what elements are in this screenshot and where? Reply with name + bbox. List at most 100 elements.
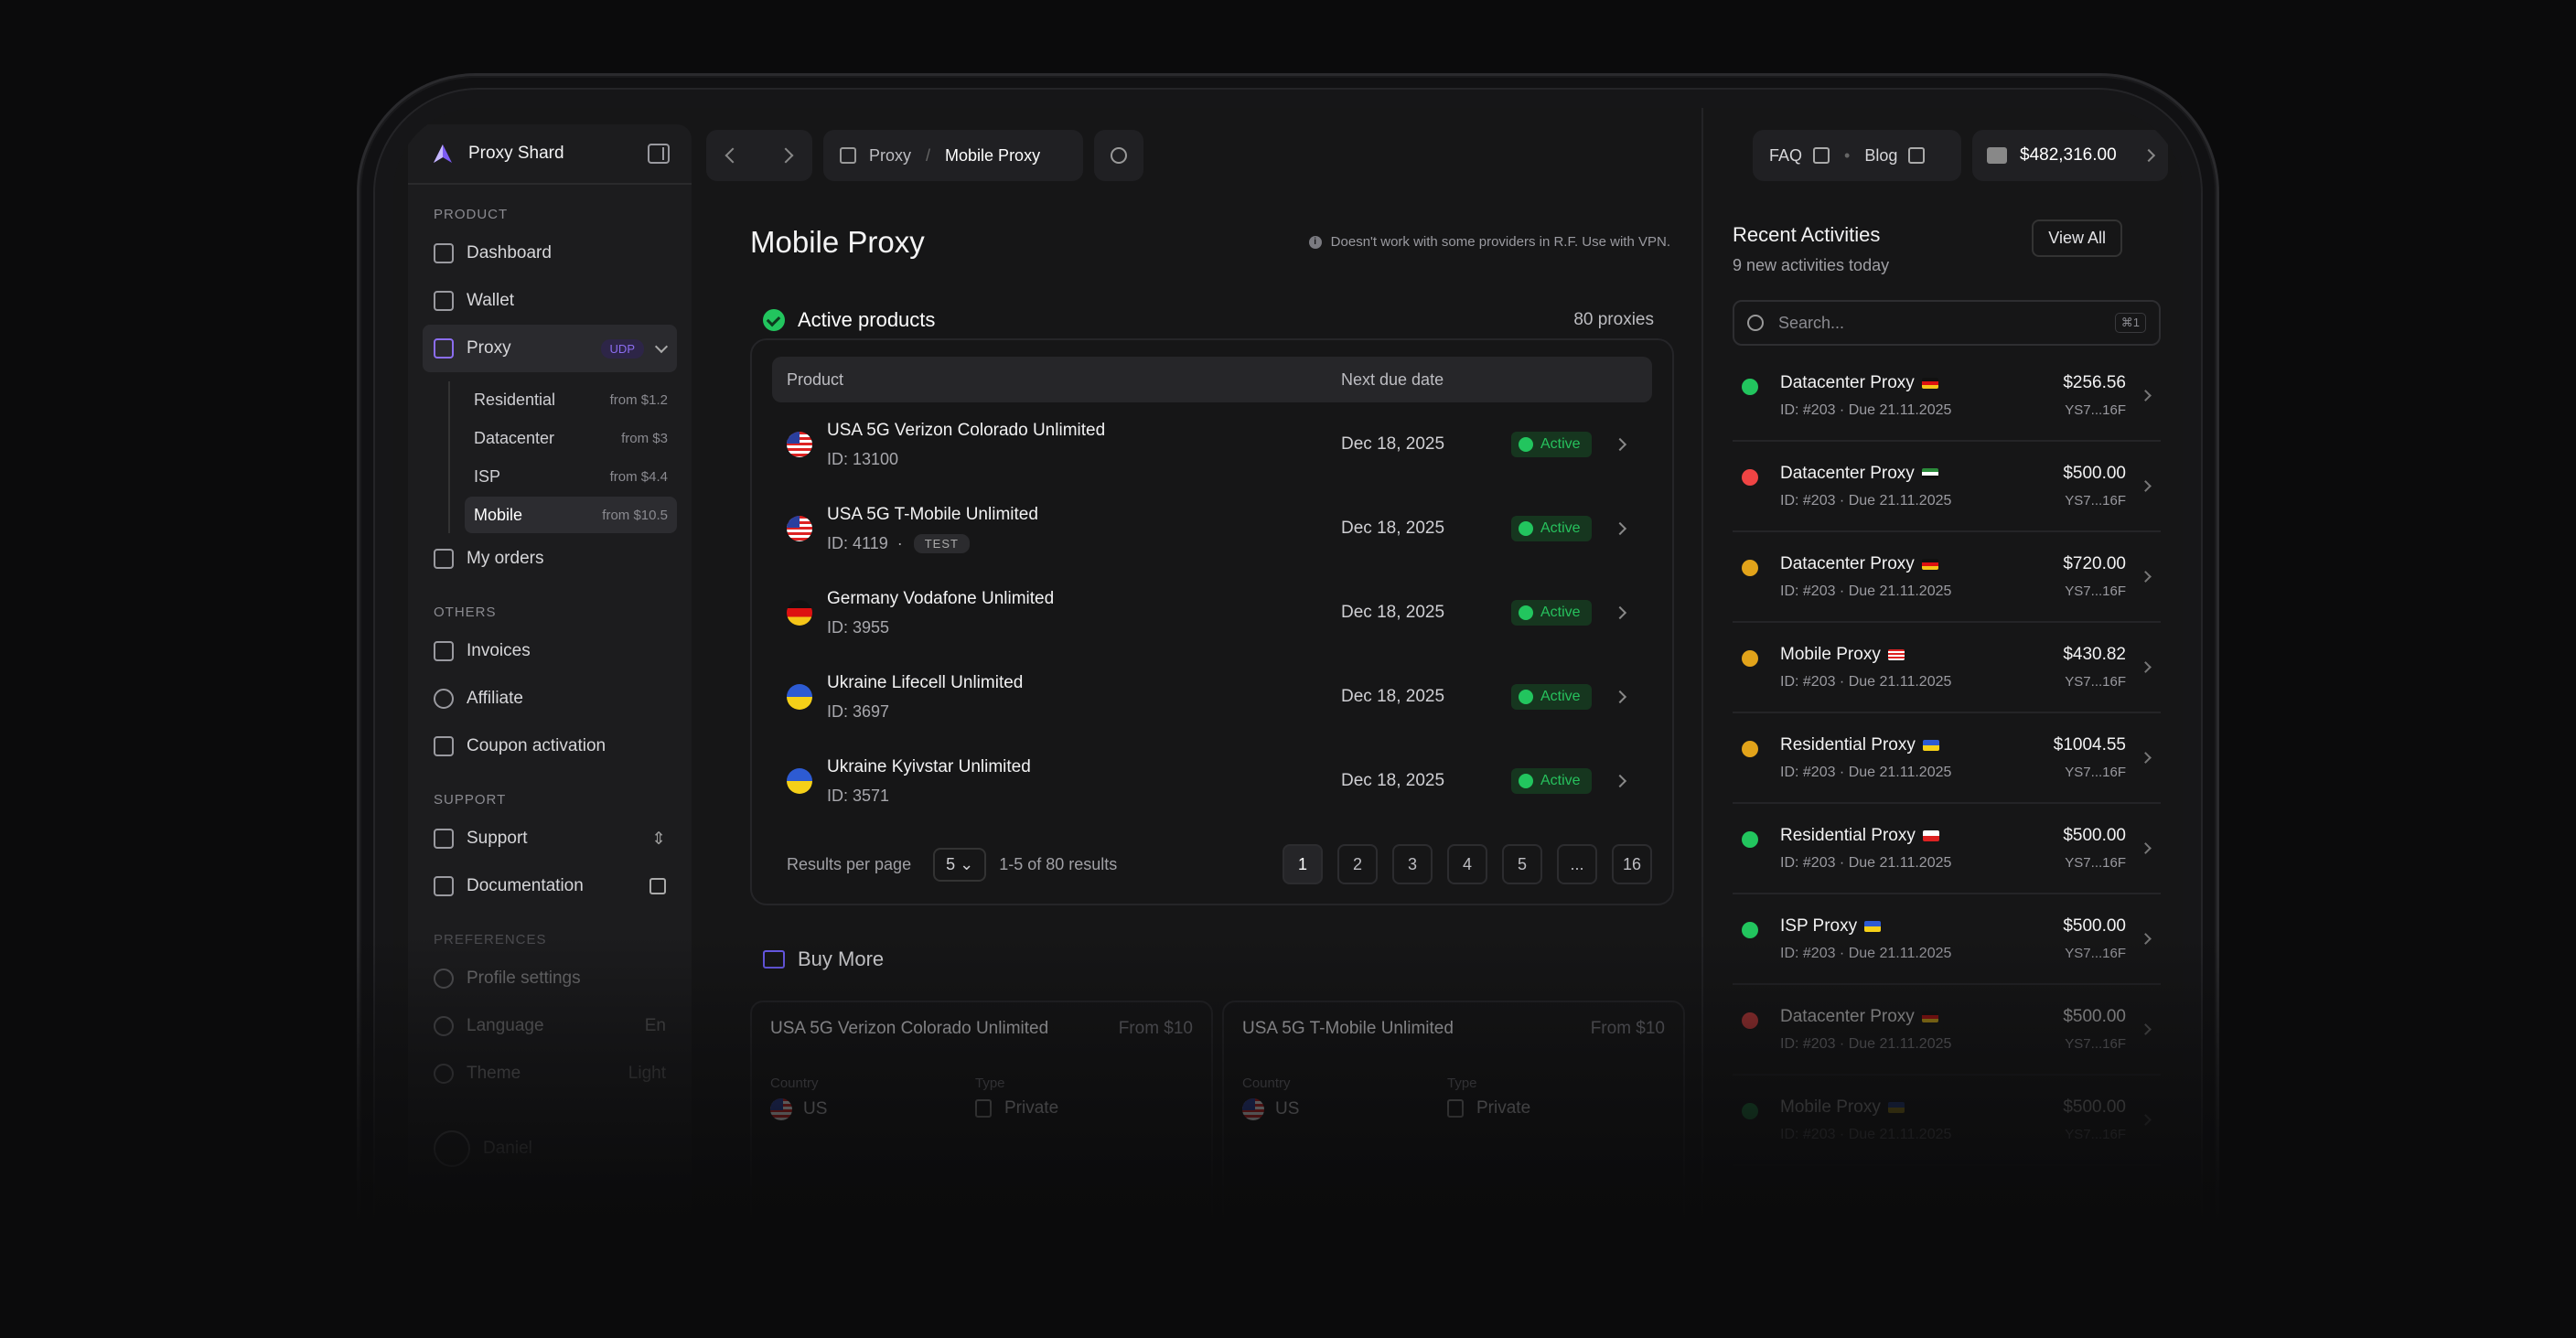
activity-hash: YS7...16F (2065, 583, 2126, 599)
chevron-right-icon (2140, 1023, 2152, 1035)
us-flag-icon (770, 1098, 792, 1120)
nav-dashboard[interactable]: Dashboard (408, 230, 692, 277)
table-row[interactable]: USA 5G T-Mobile Unlimited ID: 4119 · TEST D… (772, 487, 1652, 571)
nav-theme[interactable]: Theme Light (408, 1050, 692, 1097)
check-icon (1519, 521, 1533, 536)
activity-amount: $500.00 (2063, 1097, 2126, 1117)
status-text: Active (1540, 605, 1581, 620)
table-header: Product Next due date (772, 357, 1652, 402)
table-frame: Product Next due date USA 5G Verizon Col… (750, 338, 1674, 905)
nav-coupon[interactable]: Coupon activation (408, 723, 692, 770)
nav-documentation[interactable]: Documentation (408, 862, 692, 910)
activity-item[interactable]: Residential Proxy ID: #203 · Due 21.11.20… (1733, 804, 2161, 894)
cart-icon (763, 950, 785, 969)
product-name: Ukraine Kyivstar Unlimited (827, 756, 1031, 776)
spec-type: Type Private (1447, 1076, 1530, 1120)
activity-amount: $500.00 (2063, 464, 2126, 483)
buy-price: From $10 (1590, 1019, 1665, 1038)
wallet-icon (434, 291, 454, 311)
buy-name: USA 5G Verizon Colorado Unlimited (770, 1019, 1049, 1038)
buy-price: From $10 (1118, 1019, 1193, 1038)
user-profile[interactable]: Daniel (408, 1125, 692, 1172)
activity-item[interactable]: Datacenter Proxy ID: #203 · Due 21.11.202… (1733, 985, 2161, 1076)
nav-invoices[interactable]: Invoices (408, 627, 692, 675)
page-button[interactable]: 3 (1392, 844, 1433, 884)
activity-item[interactable]: Datacenter Proxy ID: #203 · Due 21.11.202… (1733, 351, 2161, 442)
activity-meta: ID: #203 · Due 21.11.2025 (1780, 1127, 1952, 1142)
page-button[interactable]: 16 (1612, 844, 1652, 884)
activity-amounts: $256.56 YS7...16F (2063, 373, 2126, 418)
activity-item[interactable]: Datacenter Proxy ID: #203 · Due 21.11.202… (1733, 532, 2161, 623)
product-id: ID: 3955 (827, 617, 890, 637)
sub-isp[interactable]: ISP from $4.4 (465, 458, 677, 495)
table-row[interactable]: Ukraine Lifecell Unlimited ID: 3697 Dec 1… (772, 655, 1652, 739)
activity-name-row: Datacenter Proxy (1780, 464, 1951, 484)
page-button[interactable]: 4 (1447, 844, 1487, 884)
de-flag-icon (1921, 1012, 1938, 1022)
search-icon (1747, 315, 1764, 331)
nav-affiliate[interactable]: Affiliate (408, 675, 692, 723)
page-button[interactable]: 5 (1502, 844, 1542, 884)
activity-search[interactable]: Search... ⌘1 (1733, 300, 2161, 346)
buy-card[interactable]: USA 5G T-Mobile Unlimited From $10 Countr… (1222, 1001, 1685, 1275)
nav-language[interactable]: Language En (408, 1002, 692, 1050)
product-id: ID: 3571 (827, 786, 890, 805)
activity-info: Mobile Proxy ID: #203 · Due 21.11.2025 (1780, 645, 1951, 690)
external-link-icon (649, 878, 666, 894)
sidebar: Proxy Shard PRODUCT Dashboard Wallet Pro… (408, 124, 692, 1268)
product-name: Germany Vodafone Unlimited (827, 588, 1055, 608)
rpp-select[interactable]: 5 ⌄ (933, 847, 987, 882)
nav-wallet[interactable]: Wallet (408, 277, 692, 325)
chevron-right-icon[interactable] (1613, 605, 1627, 620)
spec-value-row: Private (1447, 1098, 1530, 1119)
activity-info: ISP Proxy ID: #203 · Due 21.11.2025 (1780, 916, 1951, 962)
sidebar-toggle-icon[interactable] (648, 144, 670, 164)
spec-value-row: US (770, 1098, 975, 1120)
active-products-card: Active products 80 proxies Product Next … (750, 296, 1674, 905)
ua-flag-icon (1922, 740, 1939, 751)
activity-item[interactable]: Residential Proxy ID: #203 · Due 21.11.20… (1733, 713, 2161, 804)
nav-support[interactable]: Support ⇕ (408, 815, 692, 862)
buy-card-title: USA 5G Verizon Colorado Unlimited From $1… (770, 1019, 1193, 1039)
card-title: Active products (798, 308, 936, 331)
theme-value: Light (628, 1064, 666, 1083)
chevron-right-icon[interactable] (1613, 437, 1627, 452)
chevron-right-icon[interactable] (1613, 690, 1627, 704)
page-button[interactable]: 2 (1337, 844, 1378, 884)
page-button[interactable]: 1 (1283, 844, 1323, 884)
buy-more-header: Buy More (763, 947, 884, 971)
ua-flag-icon (1887, 1102, 1905, 1113)
sidebar-header: Proxy Shard (408, 124, 692, 185)
nav-profile[interactable]: Profile settings (408, 955, 692, 1002)
sub-price: from $1.2 (609, 391, 668, 408)
dot: · (896, 533, 903, 552)
buy-more-title: Buy More (798, 947, 885, 970)
view-all-button[interactable]: View All (2032, 219, 2122, 257)
table-row[interactable]: Germany Vodafone Unlimited ID: 3955 Dec 1… (772, 571, 1652, 655)
home-icon (434, 243, 454, 263)
results-range: 1-5 of 80 results (999, 854, 1118, 873)
chevron-right-icon[interactable] (1613, 774, 1627, 788)
table-row[interactable]: USA 5G Verizon Colorado Unlimited ID: 131… (772, 402, 1652, 487)
nav-proxy[interactable]: Proxy UDP (423, 325, 677, 372)
activity-item[interactable]: Mobile Proxy ID: #203 · Due 21.11.2025 $50… (1733, 1076, 2161, 1166)
status-badge: Active (1511, 684, 1592, 710)
activity-item[interactable]: Datacenter Proxy ID: #203 · Due 21.11.202… (1733, 442, 2161, 532)
nav-label: Dashboard (467, 243, 552, 262)
spec-value-row: Private (975, 1098, 1058, 1119)
sub-mobile[interactable]: Mobile from $10.5 (465, 497, 677, 533)
activity-item[interactable]: ISP Proxy ID: #203 · Due 21.11.2025 $500.0… (1733, 894, 2161, 985)
activity-amounts: $500.00 YS7...16F (2063, 826, 2126, 871)
activity-item[interactable]: Mobile Proxy ID: #203 · Due 21.11.2025 $43… (1733, 623, 2161, 713)
buy-card[interactable]: USA 5G Verizon Colorado Unlimited From $1… (750, 1001, 1213, 1275)
preferences-group: PREFERENCES Profile settings Language En … (408, 932, 692, 1172)
table-row[interactable]: Ukraine Kyivstar Unlimited ID: 3571 Dec 1… (772, 739, 1652, 823)
sub-datacenter[interactable]: Datacenter from $3 (465, 420, 677, 456)
chevron-right-icon[interactable] (1613, 521, 1627, 536)
activity-name-row: Datacenter Proxy (1780, 554, 1951, 574)
nav-orders[interactable]: My orders (408, 535, 692, 583)
activity-info: Datacenter Proxy ID: #203 · Due 21.11.202… (1780, 1007, 1951, 1053)
grid-icon (434, 829, 454, 849)
nav-label: Language (467, 1016, 544, 1035)
sub-residential[interactable]: Residential from $1.2 (465, 381, 677, 418)
